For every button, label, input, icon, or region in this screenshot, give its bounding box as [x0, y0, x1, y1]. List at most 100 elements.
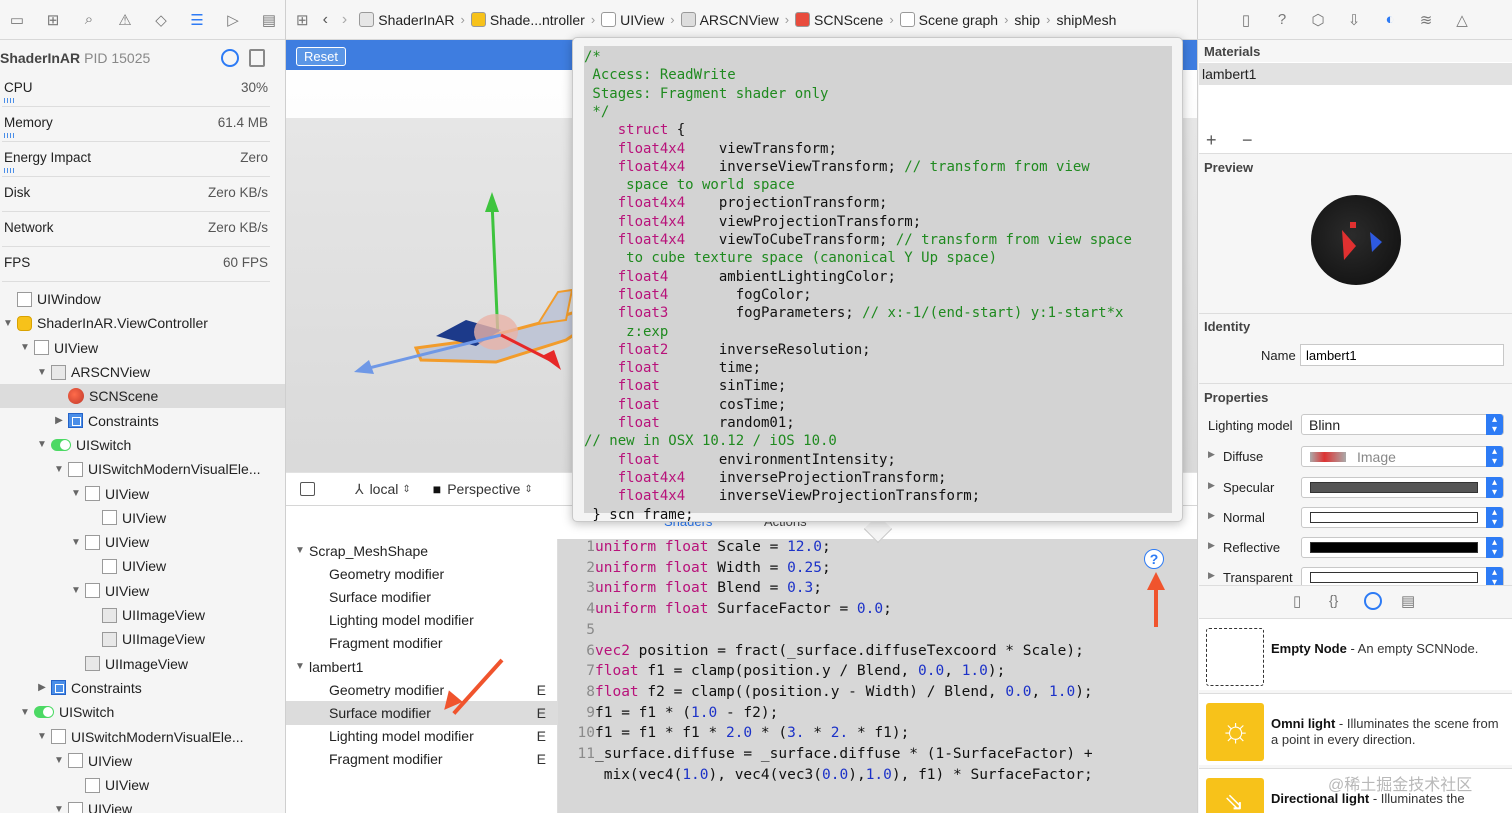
tree-item[interactable]: ▶ Constraints [0, 409, 285, 433]
gauge-cpu[interactable]: CPU 30% [2, 72, 270, 107]
gauge-energy-impact[interactable]: Energy Impact Zero [2, 142, 270, 177]
space-selector[interactable]: local [370, 481, 399, 497]
modifier-item[interactable]: Surface modifier E [286, 701, 558, 725]
modifier-group[interactable]: ▼ lambert1 [286, 655, 558, 678]
media-library-icon[interactable]: ▤ [1401, 592, 1415, 610]
breadcrumb-item[interactable]: ShaderInAR [359, 11, 455, 28]
effects-icon[interactable]: △ [1451, 9, 1473, 31]
disclosure-icon[interactable]: ▶ [1208, 510, 1215, 521]
tree-item[interactable]: UIImageView [0, 627, 285, 651]
tree-item[interactable]: ▼ UISwitchModernVisualEle... [0, 724, 285, 748]
modifier-item[interactable]: Lighting model modifier [286, 609, 558, 632]
material-name-field[interactable] [1300, 344, 1504, 366]
tree-item[interactable]: ▼ UISwitchModernVisualEle... [0, 457, 285, 481]
breadcrumb-item[interactable]: SCNScene [795, 11, 883, 28]
disclosure-icon[interactable]: ▼ [294, 661, 306, 672]
memory-graph-icon[interactable] [249, 49, 265, 67]
color-swatch[interactable] [1310, 572, 1478, 583]
disclosure-icon[interactable]: ▶ [1208, 480, 1215, 491]
remove-material-button[interactable]: − [1242, 130, 1253, 151]
modifier-item[interactable]: Geometry modifier E [286, 678, 558, 701]
tree-item[interactable]: SCNScene [0, 384, 285, 409]
tree-item[interactable]: ▼ UIView [0, 579, 285, 603]
camera-selector[interactable]: Perspective [447, 481, 520, 497]
modifier-group[interactable]: ▼ Scrap_MeshShape [286, 539, 558, 562]
back-icon[interactable]: ‹ [323, 11, 328, 29]
disclosure-icon[interactable]: ▼ [2, 318, 14, 329]
test-icon[interactable]: ◇ [150, 9, 172, 31]
property-row-diffuse[interactable]: ▶ Diffuse Image ▴ ▾ [1199, 446, 1512, 468]
modifier-item[interactable]: Fragment modifier E [286, 748, 558, 771]
object-library-icon[interactable] [1364, 592, 1382, 610]
tree-item[interactable]: UIView [0, 506, 285, 530]
reset-button[interactable]: Reset [296, 47, 346, 66]
disclosure-icon[interactable]: ▶ [1208, 570, 1215, 581]
disclosure-icon[interactable]: ▼ [294, 545, 306, 556]
sidebar-toggle-icon[interactable] [300, 482, 315, 496]
help-icon[interactable]: ? [1271, 9, 1293, 31]
breadcrumb-item[interactable]: ARSCNView [680, 11, 779, 28]
disclosure-icon[interactable]: ▶ [36, 682, 48, 693]
gauge-disk[interactable]: Disk Zero KB/s [2, 177, 270, 212]
tree-item[interactable]: ▼ UIView [0, 481, 285, 505]
property-row-specular[interactable]: ▶ Specular ▴ ▾ [1199, 477, 1512, 499]
file-template-icon[interactable]: ▯ [1293, 592, 1301, 610]
forward-icon[interactable]: › [342, 11, 347, 29]
tree-item[interactable]: ▼ UIView [0, 530, 285, 554]
tree-item[interactable]: ▼ ARSCNView [0, 360, 285, 384]
disclosure-icon[interactable]: ▶ [1208, 449, 1215, 460]
modifier-item[interactable]: Geometry modifier [286, 562, 558, 585]
property-control[interactable]: ▴ ▾ [1301, 537, 1504, 558]
tree-item[interactable]: UIView [0, 773, 285, 797]
material-row-selected[interactable]: lambert1 [1199, 63, 1512, 85]
gauge-network[interactable]: Network Zero KB/s [2, 212, 270, 247]
gauge-memory[interactable]: Memory 61.4 MB [2, 107, 270, 142]
tree-item[interactable]: UIView [0, 554, 285, 578]
material-icon[interactable]: ◐ [1379, 9, 1401, 31]
property-control[interactable]: Image ▴ ▾ [1301, 446, 1504, 467]
library-item[interactable]: Empty Node - An empty SCNNode. [1199, 618, 1512, 690]
disclosure-icon[interactable]: ▼ [53, 464, 65, 475]
library-item[interactable]: ☼ Omni light - Illuminates the scene from… [1199, 693, 1512, 765]
color-swatch[interactable] [1310, 542, 1478, 553]
tree-item[interactable]: ▶ Constraints [0, 676, 285, 700]
related-items-icon[interactable]: ⊞ [296, 11, 309, 29]
tree-item[interactable]: UIImageView [0, 603, 285, 627]
breadcrumb-item[interactable]: Scene graph [899, 11, 998, 28]
modifier-item[interactable]: Fragment modifier [286, 632, 558, 655]
disclosure-icon[interactable]: ▼ [19, 342, 31, 353]
search-icon[interactable]: ⌕ [78, 9, 100, 31]
tree-item[interactable]: ▼ UISwitch [0, 700, 285, 724]
disclosure-icon[interactable]: ▼ [70, 488, 82, 499]
disclosure-icon[interactable]: ▼ [70, 537, 82, 548]
tree-item[interactable]: ▼ UIView [0, 336, 285, 360]
disclosure-icon[interactable]: ▼ [70, 585, 82, 596]
code-snippet-icon[interactable]: {} [1329, 592, 1338, 608]
property-control[interactable]: ▴ ▾ [1301, 507, 1504, 528]
breadcrumb-item[interactable]: ship [1014, 12, 1040, 28]
property-row-normal[interactable]: ▶ Normal ▴ ▾ [1199, 507, 1512, 529]
property-row-reflective[interactable]: ▶ Reflective ▴ ▾ [1199, 537, 1512, 559]
debug-icon[interactable]: ☰ [186, 9, 208, 31]
breadcrumb-item[interactable]: UIView [601, 11, 664, 28]
gauge-fps[interactable]: FPS 60 FPS [2, 247, 270, 282]
lighting-model-select[interactable]: Blinn ▴ ▾ [1301, 414, 1504, 435]
gauge-icon[interactable] [221, 49, 239, 67]
tree-item[interactable]: UIImageView [0, 652, 285, 676]
tree-item[interactable]: ▼ UIView [0, 749, 285, 773]
disclosure-icon[interactable]: ▼ [53, 755, 65, 766]
file-icon[interactable]: ▯ [1235, 9, 1257, 31]
cube-icon[interactable]: ⬡ [1307, 9, 1329, 31]
folder-icon[interactable]: ▭ [6, 9, 28, 31]
disclosure-icon[interactable]: ▼ [36, 367, 48, 378]
tree-item[interactable]: ▼ UIView [0, 797, 285, 813]
add-material-button[interactable]: + [1206, 130, 1217, 151]
disclosure-icon[interactable]: ▼ [36, 439, 48, 450]
warning-icon[interactable]: ⚠ [114, 9, 136, 31]
attributes-icon[interactable]: ⇩ [1343, 9, 1365, 31]
disclosure-icon[interactable]: ▼ [19, 707, 31, 718]
tree-item[interactable]: ▼ UISwitch [0, 433, 285, 457]
breadcrumb-item[interactable]: shipMesh [1056, 12, 1116, 28]
modifier-item[interactable]: Surface modifier [286, 585, 558, 608]
hierarchy-icon[interactable]: ⊞ [42, 9, 64, 31]
